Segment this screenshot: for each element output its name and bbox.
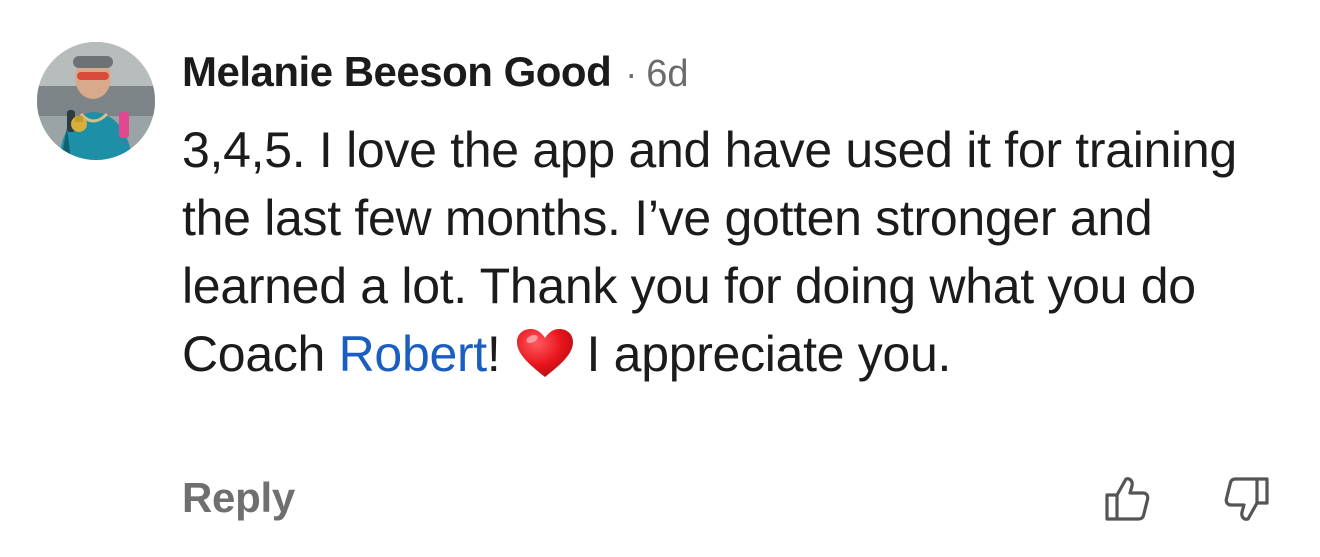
comment-text-part: ! (486, 326, 501, 382)
reply-button[interactable]: Reply (182, 474, 295, 522)
comment-header: Melanie Beeson Good · 6d (182, 48, 689, 100)
mention-link[interactable]: Robert (339, 326, 488, 382)
avatar-image (37, 42, 155, 160)
avatar[interactable] (37, 42, 155, 160)
heart-emoji (515, 327, 575, 379)
thumbs-up-icon (1105, 477, 1150, 521)
thumbs-down-icon (1224, 477, 1269, 521)
upvote-button[interactable] (1102, 474, 1152, 524)
comment-text: 3,4,5. I love the app and have used it f… (182, 116, 1262, 388)
comment: Melanie Beeson Good · 6d 3,4,5. I love t… (0, 0, 1320, 557)
timestamp: 6d (646, 53, 689, 95)
comment-text-part: I appreciate you. (586, 326, 952, 382)
author-name[interactable]: Melanie Beeson Good (182, 48, 612, 96)
downvote-button[interactable] (1222, 474, 1272, 524)
separator-dot: · (625, 53, 638, 94)
